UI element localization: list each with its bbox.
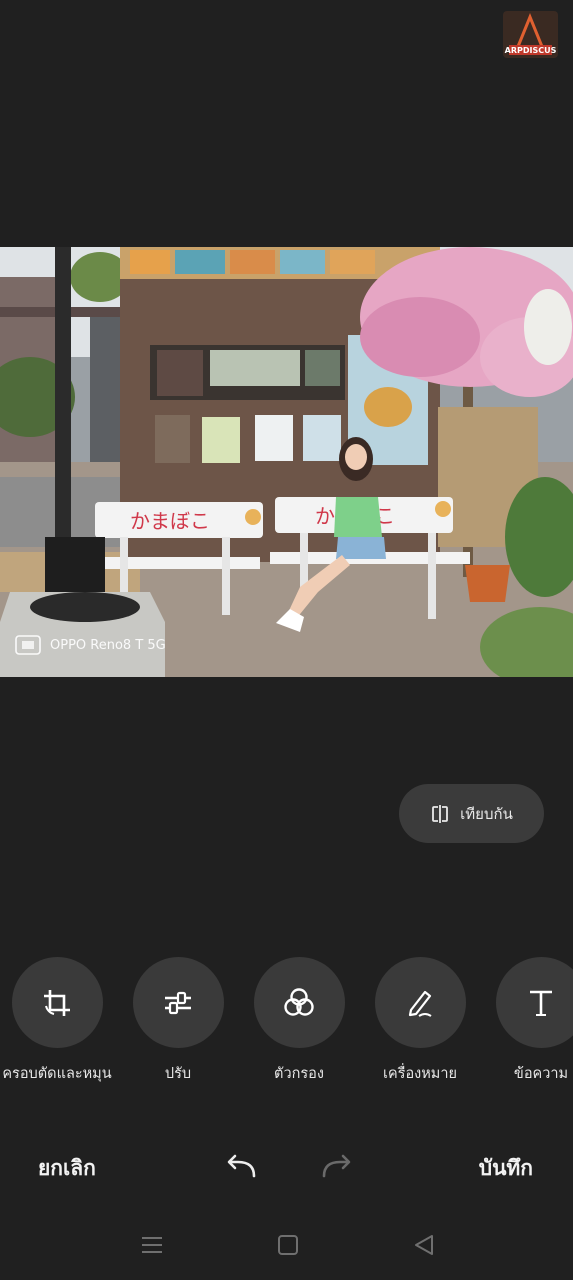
camera-logo-icon bbox=[15, 635, 41, 655]
camera-watermark: OPPO Reno8 T 5G bbox=[14, 633, 166, 657]
tool-text[interactable]: ข้อความ bbox=[480, 957, 573, 1085]
text-icon bbox=[530, 990, 552, 1016]
system-nav-bar bbox=[0, 1222, 573, 1268]
tool-filter[interactable]: ตัวกรอง bbox=[238, 957, 360, 1085]
edit-tools-strip[interactable]: ครอบตัดและหมุน ปรับ ตัวกรอง เครื่องหมาย … bbox=[0, 957, 573, 1087]
tool-crop-rotate-label: ครอบตัดและหมุน bbox=[2, 1066, 112, 1082]
tool-filter-label: ตัวกรอง bbox=[274, 1066, 324, 1082]
tool-markup[interactable]: เครื่องหมาย bbox=[359, 957, 481, 1085]
save-button[interactable]: บันทึก bbox=[479, 1152, 533, 1185]
adjust-sliders-icon bbox=[165, 991, 191, 1014]
edit-action-bar: ยกเลิก บันทึก bbox=[0, 1140, 573, 1194]
tool-adjust[interactable]: ปรับ bbox=[117, 957, 239, 1085]
compare-label: เทียบกัน bbox=[460, 804, 513, 823]
crop-rotate-icon bbox=[44, 989, 70, 1016]
home-icon[interactable] bbox=[275, 1232, 301, 1258]
compare-button[interactable]: เทียบกัน bbox=[399, 784, 544, 843]
cancel-button[interactable]: ยกเลิก bbox=[38, 1152, 96, 1185]
compare-icon bbox=[432, 804, 449, 823]
markup-pen-icon bbox=[408, 990, 432, 1017]
tool-crop-rotate[interactable]: ครอบตัดและหมุน bbox=[0, 957, 118, 1085]
back-icon[interactable] bbox=[411, 1232, 437, 1258]
tool-adjust-label: ปรับ bbox=[164, 1066, 192, 1082]
tool-text-label: ข้อความ bbox=[513, 1066, 569, 1082]
svg-text:ARPDISCUS: ARPDISCUS bbox=[505, 46, 557, 55]
camera-watermark-text: OPPO Reno8 T 5G bbox=[50, 637, 166, 653]
arpdiscus-logo: ARPDISCUS bbox=[503, 11, 558, 58]
menu-icon[interactable] bbox=[139, 1232, 165, 1258]
undo-icon[interactable] bbox=[224, 1152, 258, 1182]
edited-photo: かまぼこ かまぼこ OPPO Reno8 T 5G bbox=[0, 247, 573, 677]
bench-sign-left: かまぼこ bbox=[130, 509, 210, 533]
filter-icon bbox=[284, 987, 314, 1016]
tool-markup-label: เครื่องหมาย bbox=[383, 1066, 457, 1082]
redo-icon[interactable] bbox=[320, 1152, 354, 1182]
